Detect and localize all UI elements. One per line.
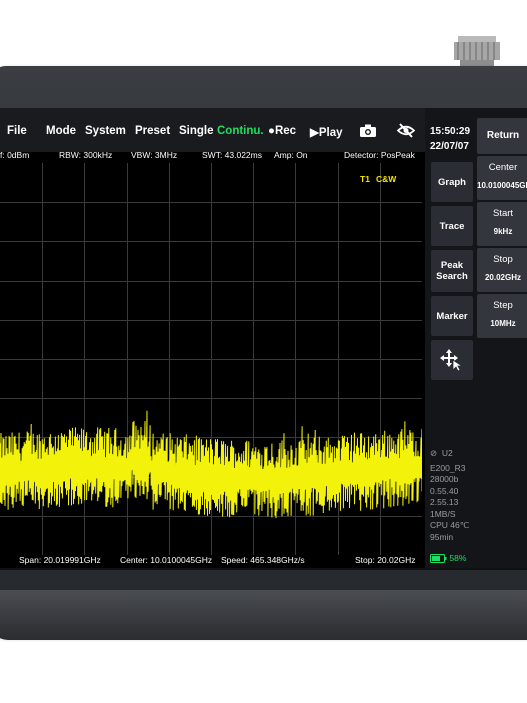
device-status: ⊘ U2 E200_R3 28000b 0.55.40 2.55.13 1MB/… bbox=[430, 448, 469, 543]
status-line: 0.55.40 bbox=[430, 485, 459, 496]
menu-system[interactable]: System bbox=[85, 125, 126, 137]
battery-icon bbox=[430, 554, 447, 564]
status-line: 1MB/S bbox=[430, 508, 456, 519]
start-freq-field[interactable]: Start 9kHz bbox=[477, 202, 527, 246]
measurement-info-bar: f: 0dBm RBW: 300kHz VBW: 3MHz SWT: 43.02… bbox=[0, 148, 425, 162]
center-freq-field[interactable]: Center 10.0100045GHz bbox=[477, 156, 527, 200]
no-signal-icon: ⊘ bbox=[430, 448, 438, 458]
touch-move-icon bbox=[440, 349, 464, 372]
play-button[interactable]: ▶Play bbox=[310, 125, 343, 139]
camera-icon[interactable] bbox=[360, 124, 376, 137]
stop-freq-field[interactable]: Stop 20.02GHz bbox=[477, 248, 527, 292]
menu-bar: File Mode System Preset Single Continu. … bbox=[0, 108, 425, 152]
step-freq-field[interactable]: Step 10MHz bbox=[477, 294, 527, 338]
menu-preset[interactable]: Preset bbox=[135, 125, 170, 137]
status-line: 2.55.13 bbox=[430, 497, 459, 507]
return-button[interactable]: Return bbox=[477, 118, 527, 154]
clock-date: 22/07/07 bbox=[430, 141, 469, 152]
vbw-value: VBW: 3MHz bbox=[131, 150, 178, 160]
clock-time: 15:50:29 bbox=[430, 126, 471, 137]
peak-search-button[interactable]: Peak Search bbox=[431, 250, 473, 292]
menu-single[interactable]: Single bbox=[179, 125, 214, 137]
battery-indicator: 58% bbox=[430, 553, 467, 564]
status-line: E200_R3 bbox=[430, 462, 466, 473]
rec-button[interactable]: ●Rec bbox=[268, 125, 296, 137]
detector-mode: Detector: PosPeak bbox=[344, 150, 415, 160]
span-value: Span: 20.019991GHz bbox=[19, 555, 101, 565]
play-icon: ▶ bbox=[310, 127, 319, 139]
record-dot-icon: ● bbox=[268, 125, 275, 137]
hide-eye-icon[interactable] bbox=[397, 123, 415, 138]
marker-button[interactable]: Marker bbox=[431, 296, 473, 336]
menu-continuous[interactable]: Continu. bbox=[217, 125, 264, 137]
sweep-speed: Speed: 465.348GHz/s bbox=[221, 555, 305, 565]
center-value: Center: 10.0100045GHz bbox=[120, 555, 213, 565]
analyzer-screen: File Mode System Preset Single Continu. … bbox=[0, 108, 527, 570]
ref-level: f: 0dBm bbox=[0, 150, 30, 160]
status-line: 28000b bbox=[430, 474, 459, 484]
device-bottom-edge bbox=[0, 590, 527, 640]
sweep-time: SWT: 43.022ms bbox=[202, 150, 262, 160]
menu-file[interactable]: File bbox=[7, 125, 27, 137]
stop-value: Stop: 20.02GHz bbox=[355, 555, 416, 565]
rf-connector bbox=[454, 36, 500, 70]
rbw-value: RBW: 300kHz bbox=[59, 150, 113, 160]
menu-mode[interactable]: Mode bbox=[46, 125, 76, 137]
trace-label-mode: C&W bbox=[376, 174, 397, 184]
trace-button[interactable]: Trace bbox=[431, 206, 473, 246]
amp-state: Amp: On bbox=[274, 150, 308, 160]
touch-move-button[interactable] bbox=[431, 340, 473, 380]
right-sidebar: 15:50:29 22/07/07 Graph Trace Peak Searc… bbox=[425, 108, 527, 568]
battery-level: 58% bbox=[449, 553, 467, 563]
status-line: 95min bbox=[430, 531, 454, 542]
trace-label-t1: T1 bbox=[360, 174, 370, 184]
spectrum-plot[interactable]: T1 C&W bbox=[0, 163, 422, 555]
user-indicator: ⊘ U2 bbox=[430, 448, 453, 458]
clock: 15:50:29 22/07/07 bbox=[430, 124, 470, 154]
frequency-info-bar: Span: 20.019991GHz Center: 10.0100045GHz… bbox=[0, 555, 425, 567]
status-line: CPU 46℃ bbox=[430, 520, 470, 530]
graph-button[interactable]: Graph bbox=[431, 162, 473, 202]
